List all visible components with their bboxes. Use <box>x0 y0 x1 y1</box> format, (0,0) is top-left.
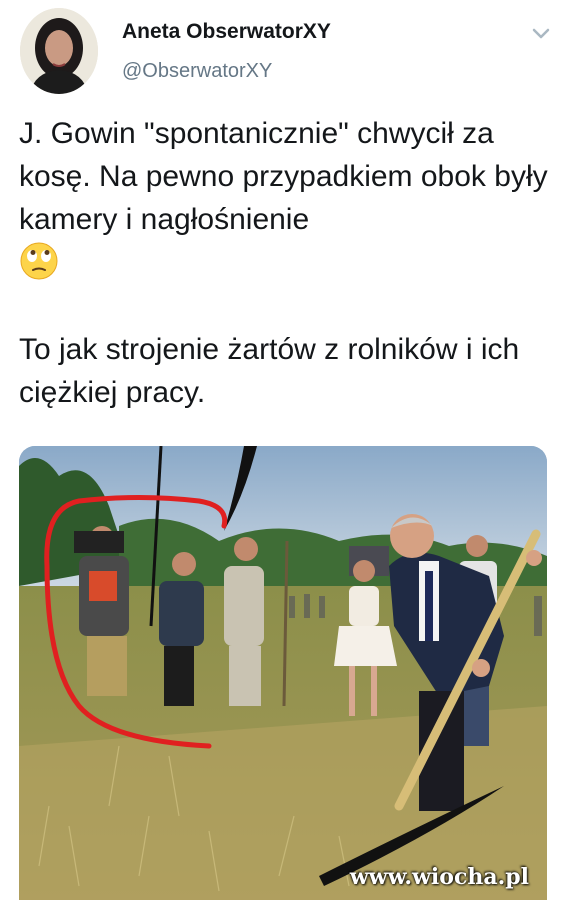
tweet-paragraph-2: To jak strojenie żartów z rolników i ich… <box>19 333 520 409</box>
tweet-paragraph-1: J. Gowin "spontanicznie" chwycił za kosę… <box>19 112 549 285</box>
chevron-down-icon[interactable] <box>530 22 552 44</box>
author-display-name[interactable]: Aneta ObserwatorXY <box>122 20 331 44</box>
tweet-photo[interactable]: www.wiocha.pl <box>19 446 547 900</box>
tweet-text: J. Gowin "spontanicznie" chwycił za kosę… <box>19 112 549 414</box>
face-with-rolling-eyes-icon <box>19 241 59 281</box>
author-avatar[interactable] <box>20 8 98 94</box>
watermark: www.wiocha.pl <box>349 864 529 890</box>
tweet-paragraph-1-text: J. Gowin "spontanicznie" chwycił za kosę… <box>19 117 548 236</box>
author-handle[interactable]: @ObserwatorXY <box>122 60 272 83</box>
